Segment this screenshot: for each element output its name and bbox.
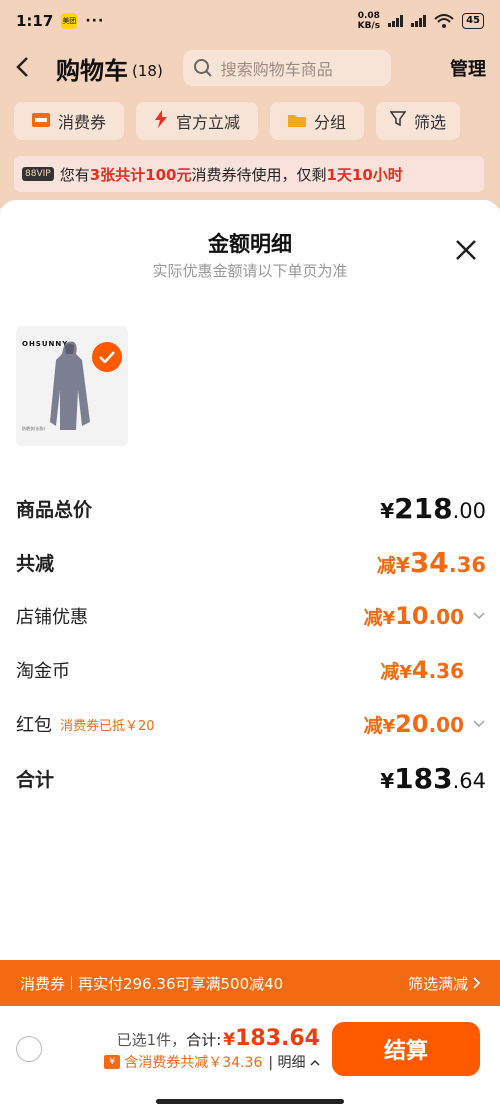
selected-summary: 已选1件， 合计: ¥ 183.64 xyxy=(116,1026,320,1051)
detail-toggle[interactable]: | 明细 xyxy=(268,1052,320,1072)
filter-official-discount[interactable]: 官方立减 xyxy=(136,102,259,140)
manage-button[interactable]: 管理 xyxy=(450,55,486,81)
savings-text: 含消费券共减￥34.36 xyxy=(124,1055,263,1071)
shop-discount-value: 减 ¥10.00 xyxy=(364,602,486,630)
search-icon xyxy=(193,59,212,77)
page-title: 购物车 xyxy=(56,56,128,85)
home-indicator xyxy=(156,1099,344,1104)
search-input[interactable]: 搜索购物车商品 xyxy=(182,50,391,86)
coupon-notice[interactable]: 88VIP 您有 3张共计100元 消费券待使用，仅剩 1天10小时 xyxy=(14,156,484,192)
more-notifications-icon: ··· xyxy=(85,13,105,29)
chevron-right-icon xyxy=(473,977,480,989)
app-badge-icon: 美团 xyxy=(61,13,78,29)
chevron-down-icon xyxy=(464,719,486,729)
notice-highlight: 1天10小时 xyxy=(326,165,403,184)
coupon-bar-text: 再实付296.36可享满500减40 xyxy=(78,974,284,993)
savings-summary[interactable]: ¥ 含消费券共减￥34.36 | 明细 xyxy=(104,1052,320,1072)
wifi-icon xyxy=(434,14,454,28)
filter-group[interactable]: 分组 xyxy=(270,102,365,140)
close-icon[interactable] xyxy=(454,238,478,262)
checkout-bar: 已选1件， 合计: ¥ 183.64 ¥ 含消费券共减￥34.36 | 明细 结… xyxy=(0,1006,500,1111)
chevron-down-icon xyxy=(464,611,486,621)
coupon-applied-tag: 消费券已抵￥20 xyxy=(60,718,155,734)
notice-highlight: 3张共计100元 xyxy=(89,165,192,184)
coupon-bar-label: 消费券 xyxy=(20,974,66,993)
coupon-bar[interactable]: 消费券 再实付296.36可享满500减40 筛选满减 xyxy=(0,960,500,1006)
total-discount-value: 减 ¥34.36 xyxy=(376,546,486,579)
selected-check-icon[interactable] xyxy=(92,342,122,372)
filter-coupon[interactable]: 消费券 xyxy=(14,102,125,140)
cart-header: 购物车 (18) 搜索购物车商品 管理 xyxy=(0,42,500,94)
row-label: 红包 xyxy=(16,715,52,736)
signal-icon xyxy=(388,15,404,27)
row-label: 店铺优惠 xyxy=(16,607,88,628)
network-speed: 0.08 KB/s xyxy=(357,11,381,31)
status-time: 1:17 xyxy=(16,12,54,30)
amount-detail-sheet: 金额明细 实际优惠金额请以下单页为准 OHSUNNY 防晒衣(长款) 商品总价 … xyxy=(0,200,500,960)
row-label: 共减 xyxy=(16,553,55,575)
ticket-icon xyxy=(32,112,50,131)
sheet-title: 金额明细 xyxy=(208,232,292,256)
row-shop-discount[interactable]: 店铺优惠 减 ¥10.00 xyxy=(16,602,486,630)
folder-icon xyxy=(288,112,307,131)
notice-text: 消费券待使用，仅剩 xyxy=(191,165,327,184)
coupon-icon: ¥ xyxy=(104,1055,121,1069)
filter-filter[interactable]: 筛选 xyxy=(376,102,461,140)
row-label: 商品总价 xyxy=(16,499,93,521)
row-total-discount: 共减 减 ¥34.36 xyxy=(16,546,486,579)
divider xyxy=(71,976,73,990)
battery-icon: 45 xyxy=(462,13,484,29)
product-caption: 防晒衣(长款) xyxy=(22,426,46,431)
notice-area: 88VIP 您有 3张共计100元 消费券待使用，仅剩 1天10小时 xyxy=(0,148,500,208)
search-placeholder: 搜索购物车商品 xyxy=(220,60,333,79)
row-taobao-coin: 淘金币 减 ¥4.36 xyxy=(16,656,486,684)
bolt-icon xyxy=(154,110,168,132)
notice-text: 您有 xyxy=(59,165,90,184)
total-price-value: ¥218.00 xyxy=(380,492,486,525)
sum-value: ¥183.64 xyxy=(380,762,486,795)
status-bar: 1:17 美团 ··· 0.08 KB/s 45 xyxy=(0,0,500,42)
checkout-button[interactable]: 结算 xyxy=(332,1022,480,1076)
row-total-price: 商品总价 ¥218.00 xyxy=(16,492,486,525)
vip-badge: 88VIP xyxy=(22,167,54,181)
row-sum: 合计 ¥183.64 xyxy=(16,762,486,795)
red-packet-value: 减 ¥20.00 xyxy=(364,710,486,738)
chevron-left-icon[interactable] xyxy=(14,52,44,85)
row-red-packet[interactable]: 红包 消费券已抵￥20 减 ¥20.00 xyxy=(16,710,486,738)
coin-value: 减 ¥4.36 xyxy=(380,656,464,684)
filter-label: 消费券 xyxy=(58,113,107,132)
filter-icon xyxy=(389,111,407,131)
signal-icon-2 xyxy=(411,15,427,27)
filter-row: 消费券 官方立减 分组 筛选 xyxy=(0,94,500,148)
row-label: 合计 xyxy=(16,769,55,791)
sheet-subtitle: 实际优惠金额请以下单页为准 xyxy=(152,262,348,280)
select-all-radio[interactable] xyxy=(16,1036,42,1062)
row-label: 淘金币 xyxy=(16,661,70,682)
filter-label: 官方立减 xyxy=(176,113,241,132)
filter-full-discount-link[interactable]: 筛选满减 xyxy=(408,973,480,994)
filter-label: 分组 xyxy=(314,113,347,132)
chevron-up-icon xyxy=(310,1059,320,1066)
total-amount: 183.64 xyxy=(235,1026,320,1051)
filter-label: 筛选 xyxy=(414,113,447,132)
cart-count: (18) xyxy=(132,62,163,80)
